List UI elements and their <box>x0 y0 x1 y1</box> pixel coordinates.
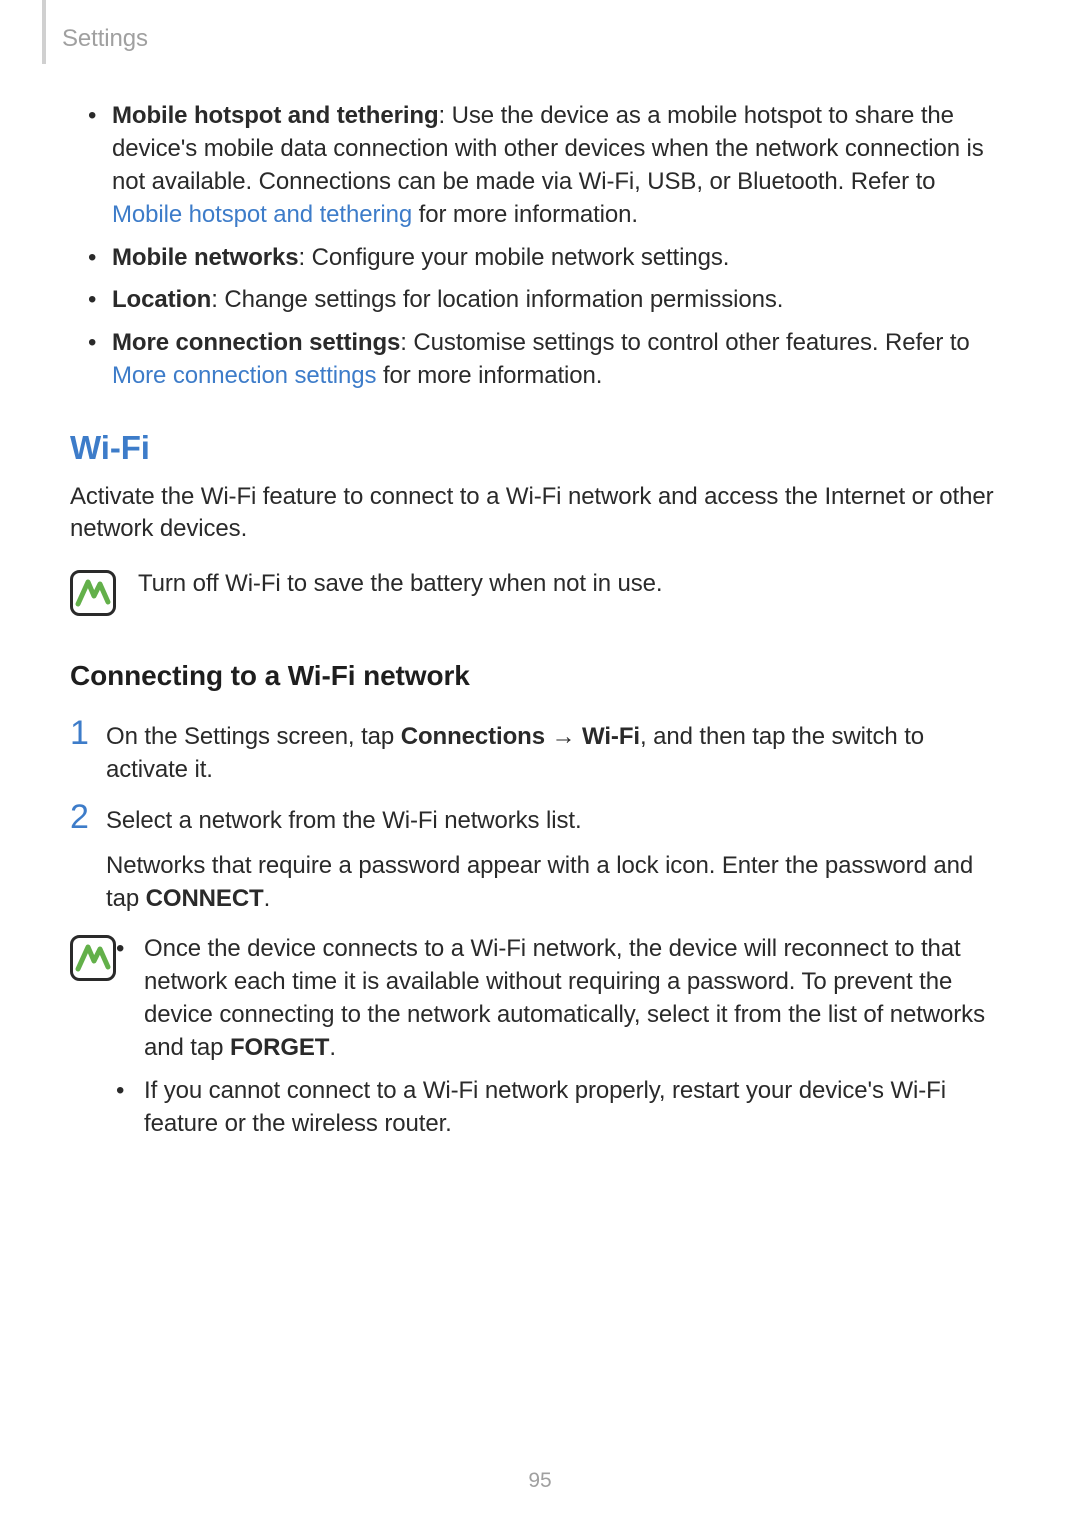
ui-label: FORGET <box>230 1034 329 1061</box>
ui-label: Wi-Fi <box>582 723 640 750</box>
link-more-connection-settings[interactable]: More connection settings <box>112 362 376 389</box>
feature-text-tail: for more information. <box>412 201 638 228</box>
tip-text: Turn off Wi-Fi to save the battery when … <box>116 568 1002 600</box>
heading-wifi: Wi-Fi <box>70 429 1002 467</box>
feature-list: Mobile hotspot and tethering: Use the de… <box>70 100 1002 393</box>
step-body: On the Settings screen, tap Connections … <box>96 720 1002 786</box>
link-mobile-hotspot[interactable]: Mobile hotspot and tethering <box>112 201 412 228</box>
list-item: Mobile hotspot and tethering: Use the de… <box>88 100 1002 232</box>
note-text-tail: . <box>329 1034 336 1061</box>
step-text-tail: . <box>264 885 271 912</box>
step-text: On the Settings screen, tap <box>106 723 401 750</box>
header-rule <box>42 0 46 64</box>
section-header: Settings <box>62 25 148 53</box>
ui-label: Connections <box>401 723 545 750</box>
step-number: 1 <box>70 716 96 750</box>
feature-text-tail: for more information. <box>376 362 602 389</box>
page-content: Mobile hotspot and tethering: Use the de… <box>70 100 1002 1161</box>
feature-name: Mobile networks <box>112 244 299 271</box>
feature-name: Mobile hotspot and tethering <box>112 102 439 129</box>
feature-text: : Change settings for location informati… <box>211 286 783 313</box>
feature-name: More connection settings <box>112 329 400 356</box>
note-bullet-list: Once the device connects to a Wi-Fi netw… <box>116 933 1002 1150</box>
arrow-icon: → <box>545 723 582 750</box>
heading-connecting: Connecting to a Wi-Fi network <box>70 660 1002 692</box>
note-icon <box>70 935 116 981</box>
feature-name: Location <box>112 286 211 313</box>
step-body: Select a network from the Wi-Fi networks… <box>96 804 1002 915</box>
list-item: Mobile networks: Configure your mobile n… <box>88 242 1002 275</box>
step-line-2: Networks that require a password appear … <box>106 849 1002 915</box>
list-item: Location: Change settings for location i… <box>88 284 1002 317</box>
list-item: If you cannot connect to a Wi-Fi network… <box>116 1075 1002 1141</box>
feature-text: : Customise settings to control other fe… <box>400 329 969 356</box>
note-block: Once the device connects to a Wi-Fi netw… <box>70 933 1002 1150</box>
step-1: 1 On the Settings screen, tap Connection… <box>70 720 1002 786</box>
manual-page: Settings Mobile hotspot and tethering: U… <box>0 0 1080 1527</box>
list-item: More connection settings: Customise sett… <box>88 327 1002 393</box>
step-2: 2 Select a network from the Wi-Fi networ… <box>70 804 1002 915</box>
ui-label: CONNECT <box>146 885 264 912</box>
tip-note: Turn off Wi-Fi to save the battery when … <box>70 568 1002 616</box>
note-icon <box>70 570 116 616</box>
page-number: 95 <box>0 1469 1080 1493</box>
list-item: Once the device connects to a Wi-Fi netw… <box>116 933 1002 1065</box>
step-line-1: Select a network from the Wi-Fi networks… <box>106 804 1002 837</box>
feature-text: : Configure your mobile network settings… <box>299 244 730 271</box>
wifi-intro: Activate the Wi-Fi feature to connect to… <box>70 481 1002 546</box>
step-number: 2 <box>70 800 96 834</box>
note-text: If you cannot connect to a Wi-Fi network… <box>144 1077 946 1137</box>
